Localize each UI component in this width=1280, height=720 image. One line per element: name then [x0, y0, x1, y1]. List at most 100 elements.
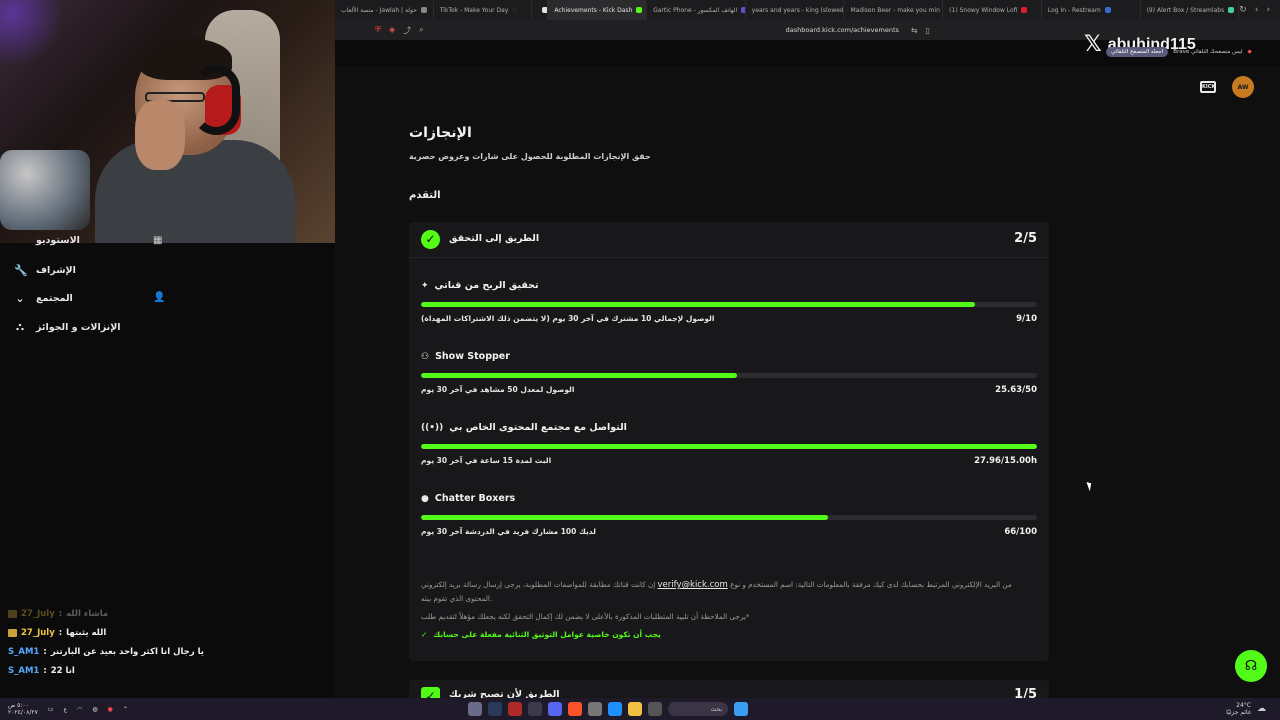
chat-separator: : [43, 665, 47, 676]
search-icon[interactable]: ⌕ [419, 25, 423, 36]
progress-bar [421, 444, 1037, 449]
add-user-icon[interactable]: 👤 [153, 292, 165, 303]
chat-text: يا رجال انا اكثر واحد بعيد عن البارتنر [50, 646, 204, 657]
addr-left-icons: ⛨ ◈ ⤴ ⌕ [375, 25, 424, 36]
back-icon[interactable]: ‹ [1255, 5, 1259, 15]
drops-icon: ⛬ [16, 320, 24, 333]
sparkle-icon: ✦ [421, 280, 429, 291]
chat-text: انا 22 [50, 665, 75, 676]
requirement-description: البث لمدة 15 ساعة في آخر 30 يوم [421, 456, 552, 465]
taskbar-search-label: بحث [710, 705, 722, 713]
chat-username: S_AM1 [8, 665, 40, 676]
requirement-title-text: التواصل مع مجتمع المحتوى الخاص بي [449, 422, 627, 433]
chat-message: S_AM1: انا 22 [8, 661, 204, 680]
reload-icon[interactable]: ↻ [1239, 5, 1247, 15]
windows-taskbar: ٥:٠٠ ص ٢٠٢٤/٠٨/٢٧ ▭ ع ◠ ◍ ● ⌃ بحث 24°C غ… [0, 698, 1280, 720]
headset [192, 65, 240, 135]
chat-username: 27_July [21, 627, 55, 638]
translate-icon[interactable]: ⇆ [911, 26, 918, 35]
requirement-value: 9/10 [1016, 314, 1037, 324]
steam-icon[interactable] [488, 702, 502, 716]
app-icon[interactable] [588, 702, 602, 716]
language-indicator[interactable]: ع [64, 706, 68, 713]
requirement-description: الوصول لمعدل 50 مشاهد في آخر 30 يوم [421, 385, 575, 394]
clock[interactable]: ٥:٠٠ ص ٢٠٢٤/٠٨/٢٧ [8, 702, 38, 716]
kick-studio-icon[interactable]: KICK [1200, 81, 1216, 93]
sidebar-item-studio[interactable]: الاستوديو [14, 235, 80, 246]
calendar-icon[interactable]: ▦ [153, 235, 162, 246]
wifi-icon[interactable]: ◠ [77, 706, 82, 713]
capture-icon[interactable] [528, 702, 542, 716]
tab-label: Log In - Restream [1047, 6, 1101, 14]
bookmark-icon[interactable]: ▯ [926, 26, 930, 35]
browser-tab[interactable]: (1) Snowy Window Lofi [943, 0, 1042, 20]
folder-icon[interactable] [628, 702, 642, 716]
sidebar-item-community[interactable]: ⌄ المجتمع [14, 292, 72, 305]
chat-overlay: 27_July: ماشاء الله 27_July: الله يثبتها S_A… [8, 604, 204, 680]
requirement-description: الوصول لإجمالي 10 مشترك في آخر 30 يوم (ل… [421, 314, 715, 323]
share-icon[interactable]: ⤴ [403, 25, 411, 36]
requirement-description: لديك 100 مشارك فريد في الدردشة آخر 30 يو… [421, 527, 596, 536]
browser-tab[interactable]: Achievements - Kick Dash [548, 0, 648, 20]
browser-tab[interactable]: (9) Alert Box / Streamlabs [1141, 0, 1240, 20]
mic-icon[interactable]: ◍ [92, 706, 97, 713]
led-light [0, 0, 60, 70]
weather-widget[interactable]: 24°C غائم جزئيًا ☁ [1226, 702, 1266, 716]
chat-separator: : [58, 608, 63, 619]
browser-tab[interactable]: Log In - Restream [1042, 0, 1141, 20]
requirement-value: 66/100 [1004, 527, 1037, 537]
tab-label: Madison Beer - make you min [850, 6, 940, 14]
support-chat-button[interactable]: ☊ [1235, 650, 1267, 682]
eligibility-note: يرجى الملاحظة أن تلبية المتطلبات المذكور… [421, 612, 750, 621]
requirement-value: 27.96/15.00h [974, 456, 1037, 466]
checkmark-icon: ✓ [421, 630, 428, 639]
discord-icon[interactable] [548, 702, 562, 716]
progress-bar-fill [421, 302, 976, 307]
streamer-hand [135, 100, 185, 170]
taskbar-search[interactable]: بحث [668, 702, 728, 716]
tab-favicon-icon [636, 7, 643, 13]
progress-bar-fill [421, 515, 828, 520]
chat-separator: : [43, 646, 47, 657]
browser-tab[interactable]: TikTok - Make Your Day [434, 0, 533, 20]
sidebar-item-label: الإشراف [36, 265, 76, 276]
brave-icon[interactable]: ◈ [389, 25, 395, 36]
browser-tab[interactable] [532, 0, 549, 20]
obs-icon[interactable] [468, 702, 482, 716]
recording-icon[interactable]: ● [108, 706, 113, 713]
chevron-up-icon[interactable]: ⌃ [123, 706, 128, 713]
edge-icon[interactable] [608, 702, 622, 716]
verify-email-link[interactable]: verify@kick.com [658, 580, 728, 590]
browser-tab[interactable]: Gartic Phone - الهاتف المكسور [647, 0, 746, 20]
cloud-icon: ☁ [1257, 704, 1266, 714]
two-factor-text: يجب أن تكون خاصية عوامل التوثيق الثنائية… [433, 630, 661, 639]
browser-tab[interactable]: Madison Beer - make you min [844, 0, 944, 20]
x-logo-icon: 𝕏 [1084, 32, 1102, 57]
notification-icon[interactable]: ▭ [48, 706, 54, 713]
tab-favicon-icon [420, 7, 427, 13]
shield-icon[interactable]: ⛨ [375, 25, 381, 36]
card-header[interactable]: ✓ الطريق إلى التحقق 2/5 [409, 222, 1049, 258]
browser-tab-strip: متصة الألعاب - Jawlah | حولة TikTok - Mak… [335, 0, 1280, 20]
browser-tab[interactable]: متصة الألعاب - Jawlah | حولة [335, 0, 434, 20]
sidebar-item-label: الإنزالات و الجوائز [36, 321, 121, 333]
task-view-icon[interactable] [648, 702, 662, 716]
two-factor-note: ✓ يجب أن تكون خاصية عوامل التوثيق الثنائ… [421, 630, 661, 639]
chat-message: 27_July: الله يثبتها [8, 623, 204, 642]
windows-start-icon[interactable] [734, 702, 748, 716]
chat-message: 27_July: ماشاء الله [8, 604, 204, 623]
brave-default-button[interactable]: اجعله المتصفح التلقائي [1106, 47, 1169, 57]
verification-card: ✓ الطريق إلى التحقق 2/5 ✦ تحقيق الربح من … [409, 222, 1049, 661]
sidebar-item-drops[interactable]: ⛬ الإنزالات و الجوائز [14, 320, 121, 334]
forward-icon[interactable]: › [1266, 5, 1270, 15]
brave-icon[interactable] [568, 702, 582, 716]
app-red-icon[interactable] [508, 702, 522, 716]
requirement-title-text: تحقيق الربح من قناتي [434, 280, 539, 291]
sidebar-item-moderation[interactable]: 🔧 الإشراف [14, 264, 76, 277]
progress-bar-fill [421, 373, 737, 378]
avatar[interactable]: AW [1232, 76, 1254, 98]
url-field[interactable]: dashboard.kick.com/achievements [786, 26, 899, 34]
tab-favicon-icon [1021, 7, 1028, 13]
tab-label: years and years - king (slowed [751, 6, 844, 14]
browser-tab[interactable]: years and years - king (slowed [746, 0, 845, 20]
